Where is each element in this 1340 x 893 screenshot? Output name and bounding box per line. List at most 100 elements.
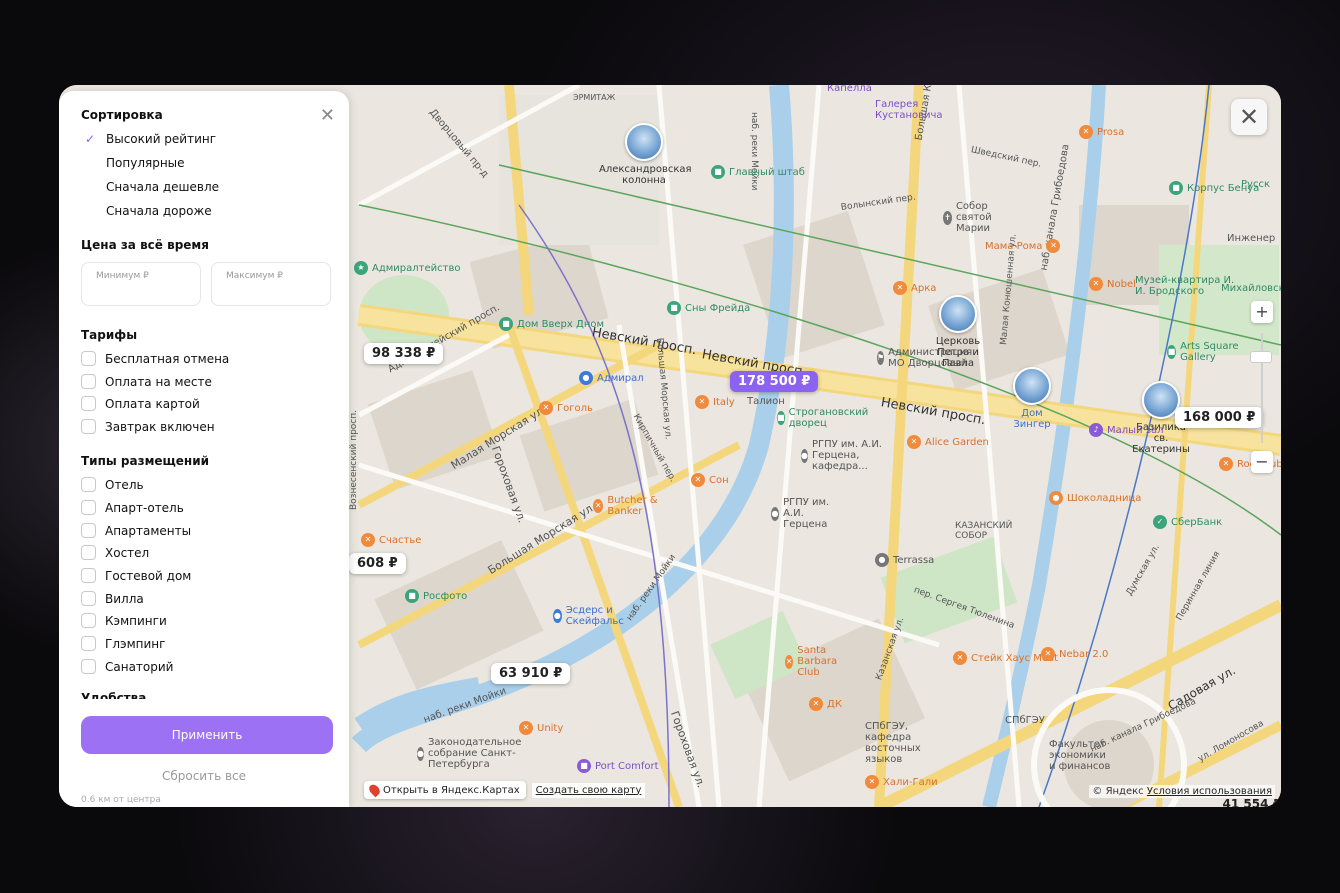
poi-nobel[interactable]: ✕ Nobel (1089, 277, 1136, 291)
checkbox[interactable] (81, 419, 96, 434)
poi-spbgeu-dept[interactable]: СПбГЭУ, кафедра восточных языков (865, 721, 951, 765)
sort-option-cheaper-first[interactable]: Сначала дешевле (106, 180, 219, 194)
checkbox[interactable] (81, 500, 96, 515)
accommodation-villa[interactable]: Вилла (81, 591, 144, 606)
restaurant-icon: ✕ (1089, 277, 1103, 291)
poi-spbgeu[interactable]: СПбГЭУ (1005, 715, 1045, 726)
poi-prosa[interactable]: ✕ Prosa (1079, 125, 1124, 139)
poi-legislative-assembly[interactable]: ● Законодательное собрание Санкт-Петербур… (417, 737, 521, 770)
poi-mikhailovsky[interactable]: Михайловский (1221, 283, 1281, 294)
checkbox[interactable] (81, 396, 96, 411)
checkbox[interactable] (81, 636, 96, 651)
poi-municipal-admin[interactable]: ⚑ Администрация МО Дворцовый (877, 347, 972, 369)
poi-arka[interactable]: ✕ Арка (893, 281, 936, 295)
checkbox[interactable] (81, 613, 96, 628)
accommodation-camping[interactable]: Кэмпинги (81, 613, 167, 628)
poi-economics-faculty[interactable]: Факультет экономики и финансов (1049, 739, 1111, 772)
distance-text: 0.6 км от центра (81, 795, 161, 805)
checkbox[interactable] (81, 477, 96, 492)
accommodation-apart-hotel[interactable]: Апарт-отель (81, 500, 184, 515)
poi-arts-square[interactable]: ■ Arts Square Gallery (1167, 341, 1243, 363)
accommodation-guest-house[interactable]: Гостевой дом (81, 568, 191, 583)
museum-icon: ■ (777, 411, 785, 425)
poi-son[interactable]: ✕ Сон (691, 473, 729, 487)
poi-capella[interactable]: Капелла (827, 85, 872, 94)
zoom-slider-track[interactable] (1261, 333, 1263, 443)
open-in-yandex-maps-button[interactable]: Открыть в Яндекс.Картах (364, 781, 526, 799)
map-close-button[interactable]: ✕ (1231, 99, 1267, 135)
price-tag[interactable]: 41 554 ₽ (1223, 797, 1281, 807)
poi-mama-roma[interactable]: Мама Рома ✕ (985, 239, 1061, 253)
poi-sberbank[interactable]: ✓ СберБанк (1153, 515, 1222, 529)
tariff-pay-by-card[interactable]: Оплата картой (81, 396, 200, 411)
tariff-breakfast-included[interactable]: Завтрак включен (81, 419, 215, 434)
price-tag[interactable]: 608 ₽ (349, 553, 406, 574)
poi-herzen-university[interactable]: ● РГПУ им. А.И. Герцена (771, 497, 851, 530)
poi-kustanovich-gallery[interactable]: Галерея Кустановича (875, 99, 945, 121)
poi-schastye[interactable]: ✕ Счастье (361, 533, 421, 547)
checkbox[interactable] (81, 659, 96, 674)
checkbox[interactable] (81, 545, 96, 560)
apply-button[interactable]: Применить (81, 716, 333, 754)
checkbox[interactable] (81, 591, 96, 606)
poi-santa-barbara[interactable]: ✕ Santa Barbara Club (785, 645, 855, 678)
landmark-singer-house[interactable]: Дом Зингер (1004, 367, 1060, 430)
poi-esders[interactable]: ● Эсдерс и Скейфальс (553, 605, 633, 627)
accommodation-hotel[interactable]: Отель (81, 477, 144, 492)
poi-unity[interactable]: ✕ Unity (519, 721, 563, 735)
poi-rosphoto[interactable]: ■ Росфото (405, 589, 467, 603)
poi-engineer-castle[interactable]: Инженер (1227, 233, 1275, 244)
zoom-slider-handle[interactable] (1250, 351, 1272, 363)
poi-main-staff[interactable]: ■ Главный штаб (711, 165, 805, 179)
landmark-alexander-column[interactable]: Александровская колонна (599, 123, 692, 186)
poi-alice-garden[interactable]: ✕ Alice Garden (907, 435, 989, 449)
poi-port-comfort[interactable]: ■ Port Comfort (577, 759, 659, 773)
poi-freud-dreams[interactable]: ■ Сны Фрейда (667, 301, 750, 315)
poi-upside-down-house[interactable]: ■ Дом Вверх Дном (499, 317, 604, 331)
poi-herzen-dept[interactable]: ● РГПУ им. А.И. Герцена, кафедра... (801, 439, 897, 472)
poi-stroganov-palace[interactable]: ■ Строгановский дворец (777, 407, 868, 429)
poi-gogol[interactable]: ✕ Гоголь (539, 401, 593, 415)
accommodation-glamping[interactable]: Глэмпинг (81, 636, 165, 651)
poi-small-hall[interactable]: ♪ Малый зал (1089, 423, 1164, 437)
poi-terrassa[interactable]: ● Terrassa (875, 553, 934, 567)
checkbox[interactable] (81, 374, 96, 389)
zoom-in-button[interactable]: + (1251, 301, 1273, 323)
tariff-pay-on-site[interactable]: Оплата на месте (81, 374, 212, 389)
poi-dk[interactable]: ✕ ДК (809, 697, 842, 711)
poi-st-mary-church[interactable]: ✝ Собор святой Марии (943, 201, 1025, 234)
terms-link[interactable]: Условия использования (1147, 786, 1272, 797)
poi-butcher-banker[interactable]: ✕ Butcher & Banker (593, 495, 673, 517)
price-tag[interactable]: 63 910 ₽ (491, 663, 571, 684)
price-tag[interactable]: 98 338 ₽ (364, 343, 444, 364)
reset-all-button[interactable]: Сбросить все (59, 769, 349, 783)
checkbox[interactable] (81, 523, 96, 538)
filter-close-button[interactable]: ✕ (320, 105, 335, 126)
zoom-out-button[interactable]: − (1251, 451, 1273, 473)
create-map-link[interactable]: Создать свою карту (531, 782, 646, 798)
sort-option-expensive-first[interactable]: Сначала дороже (106, 204, 212, 218)
poi-nebar[interactable]: ✕ Nebar 2.0 (1041, 647, 1108, 661)
price-max-input[interactable]: Максимум ₽ (211, 262, 331, 306)
poi-kazan-cathedral[interactable]: КАЗАНСКИЙ СОБОР (955, 521, 1015, 541)
price-min-input[interactable]: Минимум ₽ (81, 262, 201, 306)
poi-admiralty[interactable]: ★ Адмиралтейство (354, 261, 460, 275)
price-tag[interactable]: 168 000 ₽ (1175, 407, 1264, 428)
sort-option-high-rating[interactable]: Высокий рейтинг (106, 132, 216, 146)
poi-shokoladnitsa[interactable]: ● Шоколадница (1049, 491, 1141, 505)
tariff-free-cancellation[interactable]: Бесплатная отмена (81, 351, 229, 366)
accommodation-sanatorium[interactable]: Санаторий (81, 659, 173, 674)
accommodation-apartments[interactable]: Апартаменты (81, 523, 191, 538)
poi-russian-museum[interactable]: Русск (1241, 179, 1270, 190)
poi-italy[interactable]: ✕ Italy (695, 395, 735, 409)
accommodation-hostel[interactable]: Хостел (81, 545, 149, 560)
checkbox[interactable] (81, 351, 96, 366)
poi-admiral[interactable]: ● Адмирал (579, 371, 644, 385)
checkbox[interactable] (81, 568, 96, 583)
poi-talion[interactable]: Талион (747, 396, 785, 407)
poi-hali-gali[interactable]: ✕ Хали-Гали (865, 775, 938, 789)
sort-option-popular[interactable]: Популярные (106, 156, 185, 170)
sort-section-title: Сортировка (81, 108, 163, 122)
price-tag-active[interactable]: 178 500 ₽ (730, 371, 819, 392)
poi-hermitage[interactable]: ЭРМИТАЖ (573, 93, 615, 102)
